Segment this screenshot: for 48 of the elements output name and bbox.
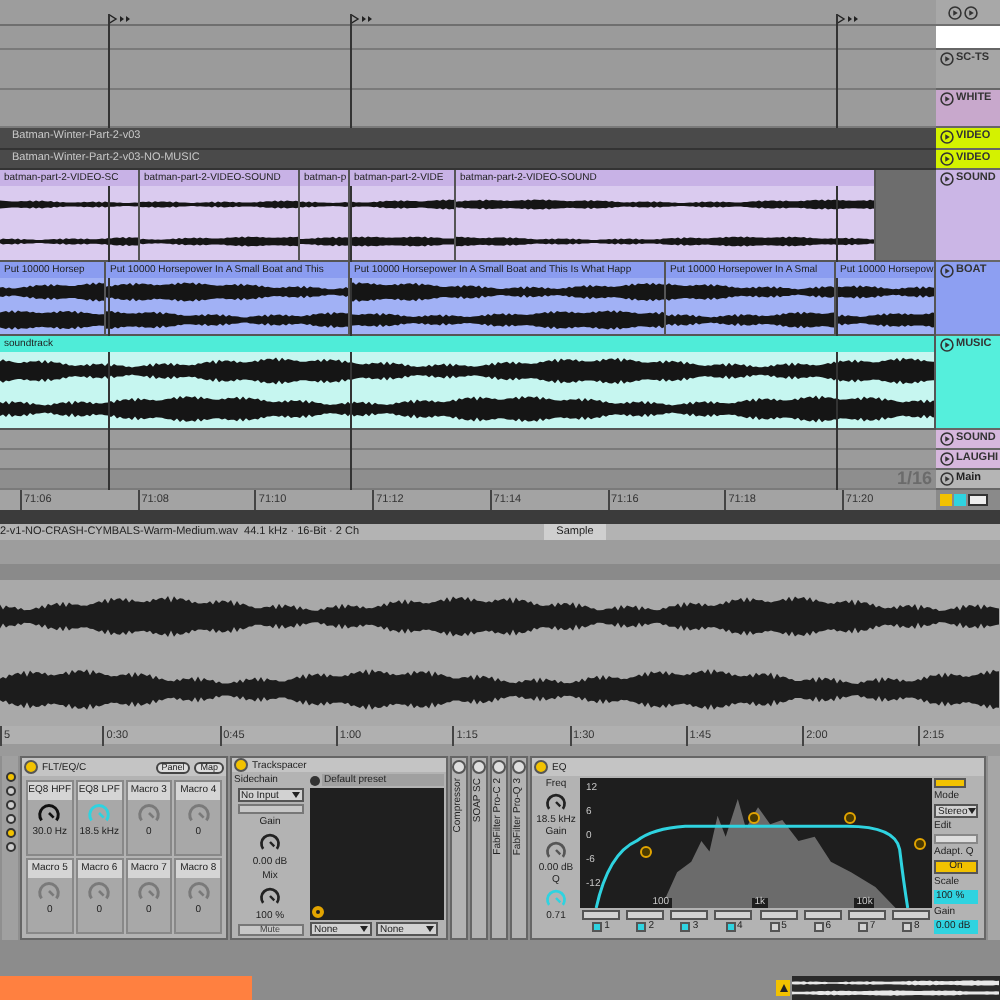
play-circle-icon[interactable] [940,52,954,66]
play-circle-icon[interactable] [940,472,954,486]
filter-type-dropdown[interactable] [803,910,842,921]
knob[interactable] [544,838,568,863]
play-circle-icon[interactable] [940,264,954,278]
toolbar-icon[interactable] [934,778,966,789]
pad-handle-icon[interactable] [312,906,324,919]
play-circle-icon[interactable] [940,152,954,166]
band-toggle[interactable] [680,921,691,932]
eq-node-icon[interactable] [748,812,761,825]
filter-type-dropdown[interactable] [670,910,709,921]
filter-type-dropdown[interactable] [847,910,886,921]
play-circle-icon[interactable] [940,172,954,186]
eq-node-icon[interactable] [914,838,927,851]
preset-icon[interactable] [310,775,320,786]
play-circle-icon[interactable] [940,92,954,106]
play-circle-icon[interactable] [940,452,954,466]
band-toggle[interactable] [636,921,647,932]
play-circle-icon[interactable] [940,432,954,446]
band-toggle[interactable] [902,921,913,932]
edit-toggle[interactable] [934,834,978,845]
zoom-icon[interactable] [968,494,988,506]
eq-node-icon[interactable] [844,812,856,825]
play-circle-icon[interactable] [948,5,962,19]
band-toggle[interactable] [725,921,736,932]
knob[interactable] [258,830,282,855]
band-toggle[interactable] [769,921,780,932]
filter-type-dropdown[interactable] [714,910,753,921]
filter-type-dropdown[interactable] [759,910,798,921]
filter-type-dropdown[interactable] [582,910,621,921]
power-icon[interactable] [234,758,248,773]
band-toggle[interactable] [592,921,603,932]
play-circle-icon[interactable] [964,5,978,19]
knob[interactable] [258,884,282,909]
play-circle-icon[interactable] [940,130,954,144]
locator-icon[interactable] [836,14,860,24]
power-icon[interactable] [24,760,38,775]
knob[interactable] [36,800,63,827]
play-circle-icon[interactable] [940,338,954,352]
filter-type-dropdown[interactable] [626,910,665,921]
knob[interactable] [544,790,568,815]
locator-icon[interactable] [108,14,132,24]
eq-node-icon[interactable] [639,846,652,859]
filter-type-dropdown[interactable] [891,910,930,921]
band-toggle[interactable] [813,921,824,932]
empty-lane-area [876,170,936,260]
locator-icon[interactable] [350,14,374,24]
band-toggle[interactable] [857,921,868,932]
